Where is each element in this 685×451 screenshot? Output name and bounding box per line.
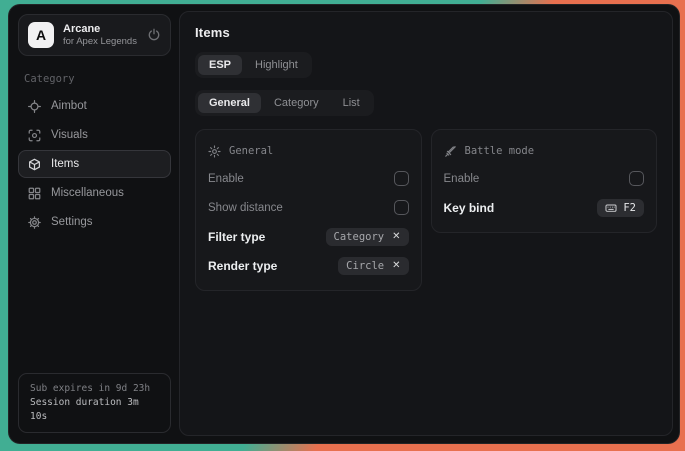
tab-category[interactable]: Category xyxy=(263,93,330,113)
mode-tabbar: ESP Highlight xyxy=(195,52,312,78)
battle-mode-panel: Battle mode Enable Key bind xyxy=(431,129,658,233)
power-button[interactable] xyxy=(147,28,161,42)
key-bind-button[interactable]: F2 xyxy=(597,199,644,217)
gear-icon xyxy=(28,216,41,229)
render-type-value: Circle xyxy=(346,260,384,272)
view-tabbar: General Category List xyxy=(195,90,374,116)
panel-title: General xyxy=(229,145,273,157)
setting-label: Enable xyxy=(208,173,244,185)
sidebar-item-label: Items xyxy=(51,158,79,170)
tab-esp[interactable]: ESP xyxy=(198,55,242,75)
sidebar-item-items[interactable]: Items xyxy=(18,150,171,178)
sidebar-item-settings[interactable]: Settings xyxy=(18,208,171,236)
app-name: Arcane xyxy=(63,23,138,36)
tab-general[interactable]: General xyxy=(198,93,261,113)
tab-highlight[interactable]: Highlight xyxy=(244,55,309,75)
enable-checkbox[interactable] xyxy=(394,171,409,186)
page-title: Items xyxy=(195,25,657,40)
subscription-info-card: Sub expires in 9d 23h Session duration 3… xyxy=(18,373,171,433)
key-bind-value: F2 xyxy=(623,202,636,214)
setting-row-key-bind: Key bind F2 xyxy=(444,195,645,220)
sidebar-item-aimbot[interactable]: Aimbot xyxy=(18,92,171,120)
category-section-label: Category xyxy=(24,73,165,85)
crosshair-icon xyxy=(28,100,41,113)
sidebar-item-miscellaneous[interactable]: Miscellaneous xyxy=(18,179,171,207)
sidebar-nav: Aimbot Visuals Items xyxy=(18,92,171,236)
setting-row-show-distance: Show distance xyxy=(208,195,409,220)
scan-eye-icon xyxy=(28,129,41,142)
setting-label: Enable xyxy=(444,173,480,185)
general-settings-panel: General Enable Show distance Filter type… xyxy=(195,129,422,291)
sun-icon xyxy=(208,145,221,158)
remove-icon[interactable]: ✕ xyxy=(392,232,400,242)
sidebar-item-label: Settings xyxy=(51,216,93,228)
battle-enable-checkbox[interactable] xyxy=(629,171,644,186)
filter-type-value: Category xyxy=(334,231,385,243)
remove-icon[interactable]: ✕ xyxy=(392,261,400,271)
box-icon xyxy=(28,158,41,171)
keyboard-icon xyxy=(605,202,617,214)
panel-title: Battle mode xyxy=(465,145,535,157)
setting-row-enable: Enable xyxy=(444,166,645,191)
brand-card: A Arcane for Apex Legends xyxy=(18,14,171,56)
grid-icon xyxy=(28,187,41,200)
tab-list[interactable]: List xyxy=(332,93,371,113)
render-type-select[interactable]: Circle ✕ xyxy=(338,257,408,275)
sidebar-item-label: Miscellaneous xyxy=(51,187,124,199)
app-logo: A xyxy=(28,22,54,48)
setting-row-enable: Enable xyxy=(208,166,409,191)
setting-row-filter-type: Filter type Category ✕ xyxy=(208,224,409,249)
setting-label: Filter type xyxy=(208,230,265,244)
sidebar-item-visuals[interactable]: Visuals xyxy=(18,121,171,149)
sidebar-item-label: Aimbot xyxy=(51,100,87,112)
setting-row-render-type: Render type Circle ✕ xyxy=(208,253,409,278)
main-panel: Items ESP Highlight General Category Lis… xyxy=(179,11,673,436)
setting-label: Render type xyxy=(208,259,277,273)
filter-type-select[interactable]: Category ✕ xyxy=(326,228,409,246)
sidebar-item-label: Visuals xyxy=(51,129,88,141)
sidebar: A Arcane for Apex Legends Category xyxy=(9,5,179,443)
session-duration-text: Session duration 3m 10s xyxy=(30,396,159,424)
setting-label: Key bind xyxy=(444,201,495,215)
show-distance-checkbox[interactable] xyxy=(394,200,409,215)
power-icon xyxy=(147,28,161,42)
app-subtitle: for Apex Legends xyxy=(63,36,138,48)
setting-label: Show distance xyxy=(208,202,283,214)
sub-expires-text: Sub expires in 9d 23h xyxy=(30,382,159,396)
app-window: A Arcane for Apex Legends Category xyxy=(8,4,680,444)
sword-icon xyxy=(444,145,457,158)
